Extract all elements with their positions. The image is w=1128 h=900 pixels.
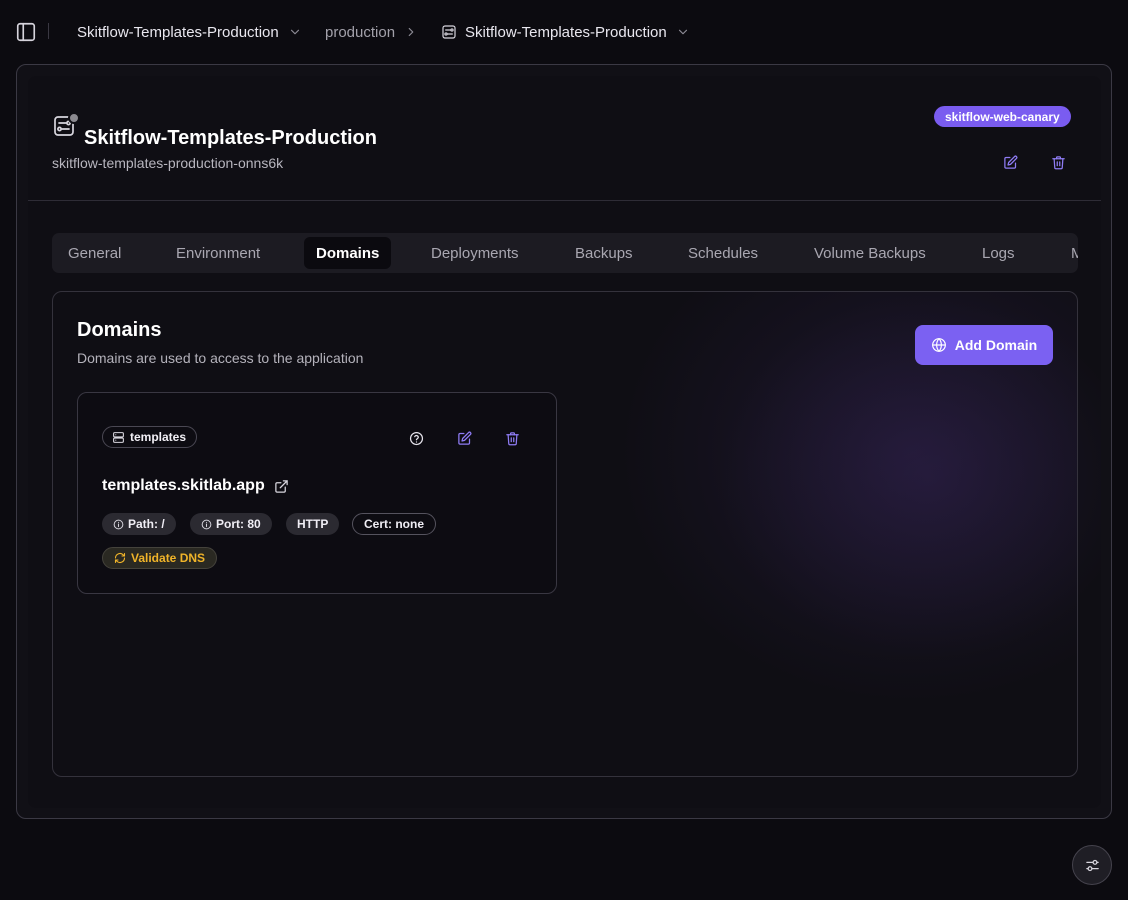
breadcrumb-environment-label: production <box>325 23 396 41</box>
settings-fab-button[interactable] <box>1072 845 1112 885</box>
external-link-icon <box>274 479 288 493</box>
domains-card: Domains Domains are used to access to th… <box>52 291 1078 777</box>
info-icon <box>113 519 124 529</box>
tab-schedules[interactable]: Schedules <box>676 237 770 269</box>
chevron-down-icon <box>678 29 687 35</box>
page-title: Skitflow-Templates-Production <box>84 127 377 149</box>
tab-domains[interactable]: Domains <box>304 237 392 269</box>
chevron-down-icon <box>290 29 299 35</box>
validate-dns-label: Validate DNS <box>131 551 206 565</box>
domain-help-button[interactable] <box>403 425 429 451</box>
edit-icon <box>457 431 471 445</box>
tab-backups[interactable]: Backups <box>563 237 645 269</box>
breadcrumb-application-label: Skitflow-Templates-Production <box>465 23 667 41</box>
tab-deployments[interactable]: Deployments <box>419 237 531 269</box>
delete-domain-button[interactable] <box>499 425 525 451</box>
tab-general[interactable]: General <box>56 237 133 269</box>
status-indicator <box>68 112 80 124</box>
port-value: Port: 80 <box>216 517 261 531</box>
domains-title: Domains <box>77 319 162 341</box>
breadcrumb-project-label: Skitflow-Templates-Production <box>77 23 279 41</box>
tab-logs[interactable]: Logs <box>970 237 1027 269</box>
add-domain-label: Add Domain <box>954 337 1038 353</box>
cert-badge: Cert: none <box>352 513 436 535</box>
protocol-badge: HTTP <box>286 513 340 535</box>
trash-icon <box>1051 155 1065 169</box>
app-name: skitflow-templates-production-onns6k <box>52 155 284 171</box>
path-value: Path: / <box>128 517 165 531</box>
edit-icon <box>1003 155 1017 169</box>
help-circle-icon <box>409 431 423 445</box>
path-badge: Path: / <box>102 513 176 535</box>
port-badge: Port: 80 <box>190 513 272 535</box>
refresh-icon <box>114 552 126 564</box>
chevron-right-icon <box>408 27 414 37</box>
service-name: templates <box>130 430 187 444</box>
edit-application-button[interactable] <box>996 148 1024 176</box>
breadcrumb-application[interactable]: Skitflow-Templates-Production <box>441 22 690 42</box>
tab-more[interactable]: M <box>1059 237 1078 269</box>
breadcrumb-environment[interactable]: production <box>325 22 418 42</box>
server-badge: skitflow-web-canary <box>934 106 1071 127</box>
trash-icon <box>505 431 519 445</box>
sliders-icon <box>1085 859 1099 871</box>
sidebar-toggle-icon[interactable] <box>15 21 37 43</box>
tab-environment[interactable]: Environment <box>164 237 272 269</box>
domain-host-link[interactable]: templates.skitlab.app <box>102 476 289 496</box>
globe-icon <box>931 338 946 352</box>
validate-dns-button[interactable]: Validate DNS <box>102 547 218 569</box>
tab-bar: General Environment Domains Deployments … <box>52 233 1078 273</box>
domains-description: Domains are used to access to the applic… <box>77 350 364 366</box>
application-icon <box>442 25 456 39</box>
breadcrumb-project[interactable]: Skitflow-Templates-Production <box>77 22 302 42</box>
edit-domain-button[interactable] <box>451 425 477 451</box>
header-divider <box>28 200 1101 201</box>
info-icon <box>201 519 212 529</box>
add-domain-button[interactable]: Add Domain <box>915 325 1053 365</box>
main-frame: Skitflow-Templates-Production skitflow-t… <box>16 64 1112 819</box>
application-panel: Skitflow-Templates-Production skitflow-t… <box>28 76 1101 808</box>
service-badge: templates <box>102 426 198 448</box>
delete-application-button[interactable] <box>1044 148 1072 176</box>
tab-volume-backups[interactable]: Volume Backups <box>802 237 938 269</box>
domain-host: templates.skitlab.app <box>102 477 265 494</box>
top-bar: Skitflow-Templates-Production production… <box>0 0 1128 64</box>
server-icon <box>113 431 124 443</box>
domain-item: templates templates.skitlab.app Path: / … <box>77 392 557 594</box>
topbar-divider <box>48 23 49 39</box>
